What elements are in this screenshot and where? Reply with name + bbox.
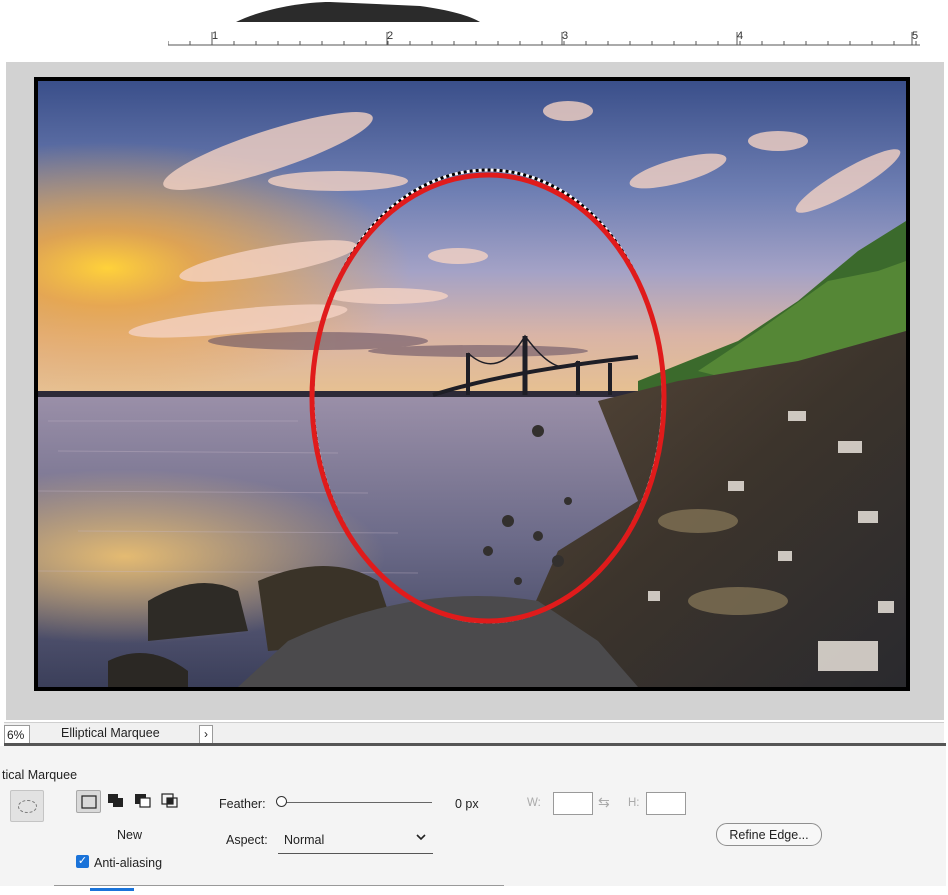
aspect-label: Aspect:: [226, 833, 268, 847]
add-to-selection-button[interactable]: [104, 790, 129, 813]
zoom-level-field[interactable]: 6%: [4, 725, 30, 745]
status-menu-arrow-icon[interactable]: ›: [199, 725, 213, 744]
check-icon: ✓: [77, 855, 88, 867]
ruler-label: 4: [737, 30, 744, 42]
intersect-selection-button[interactable]: [158, 790, 183, 813]
height-label: H:: [628, 797, 640, 809]
width-label: W:: [527, 797, 541, 809]
intersect-selection-icon: [161, 793, 178, 808]
height-field[interactable]: [646, 792, 686, 815]
refine-edge-button[interactable]: Refine Edge...: [716, 823, 822, 846]
anti-aliasing-checkbox[interactable]: ✓: [76, 855, 89, 868]
anti-aliasing-label: Anti-aliasing: [94, 856, 163, 870]
subtract-from-selection-button[interactable]: [131, 790, 156, 813]
horizontal-ruler[interactable]: 1 2 3 4 5: [168, 30, 920, 46]
ellipse-preset-icon: [18, 800, 37, 813]
ruler-label: 1: [212, 30, 219, 42]
document-canvas[interactable]: [34, 77, 910, 691]
tool-preset-picker[interactable]: [10, 790, 44, 822]
tool-options-panel: tical Marquee New ✓ Anti-aliasing Feathe…: [0, 746, 946, 886]
subtract-selection-icon: [135, 794, 151, 808]
current-tool-label: Elliptical Marquee: [61, 726, 160, 740]
photo-bridge-sunset[interactable]: [38, 81, 906, 687]
chevron-down-icon: [415, 831, 427, 846]
add-selection-icon: [108, 794, 123, 807]
divider: [54, 885, 504, 886]
active-tab-indicator: [90, 888, 134, 891]
torn-edge-decoration: [236, 2, 480, 22]
ruler-scale: [168, 32, 920, 46]
ruler-label: 5: [912, 30, 919, 42]
ruler-label: 2: [387, 30, 394, 42]
aspect-dropdown[interactable]: Normal: [278, 828, 433, 854]
feather-slider-track[interactable]: [281, 802, 432, 803]
aspect-selected-value: Normal: [284, 833, 325, 847]
feather-label: Feather:: [219, 797, 266, 811]
ruler-label: 3: [562, 30, 569, 42]
width-field[interactable]: [553, 792, 593, 815]
status-bar: 6% Elliptical Marquee ›: [4, 722, 944, 745]
selection-mode-label: New: [117, 828, 143, 842]
panel-title: tical Marquee: [2, 768, 78, 782]
new-selection-icon: [81, 795, 97, 809]
feather-value: 0 px: [455, 797, 479, 811]
new-selection-button[interactable]: [76, 790, 101, 813]
swap-icon[interactable]: ⇆: [598, 794, 610, 811]
feather-slider-handle[interactable]: [276, 796, 287, 807]
